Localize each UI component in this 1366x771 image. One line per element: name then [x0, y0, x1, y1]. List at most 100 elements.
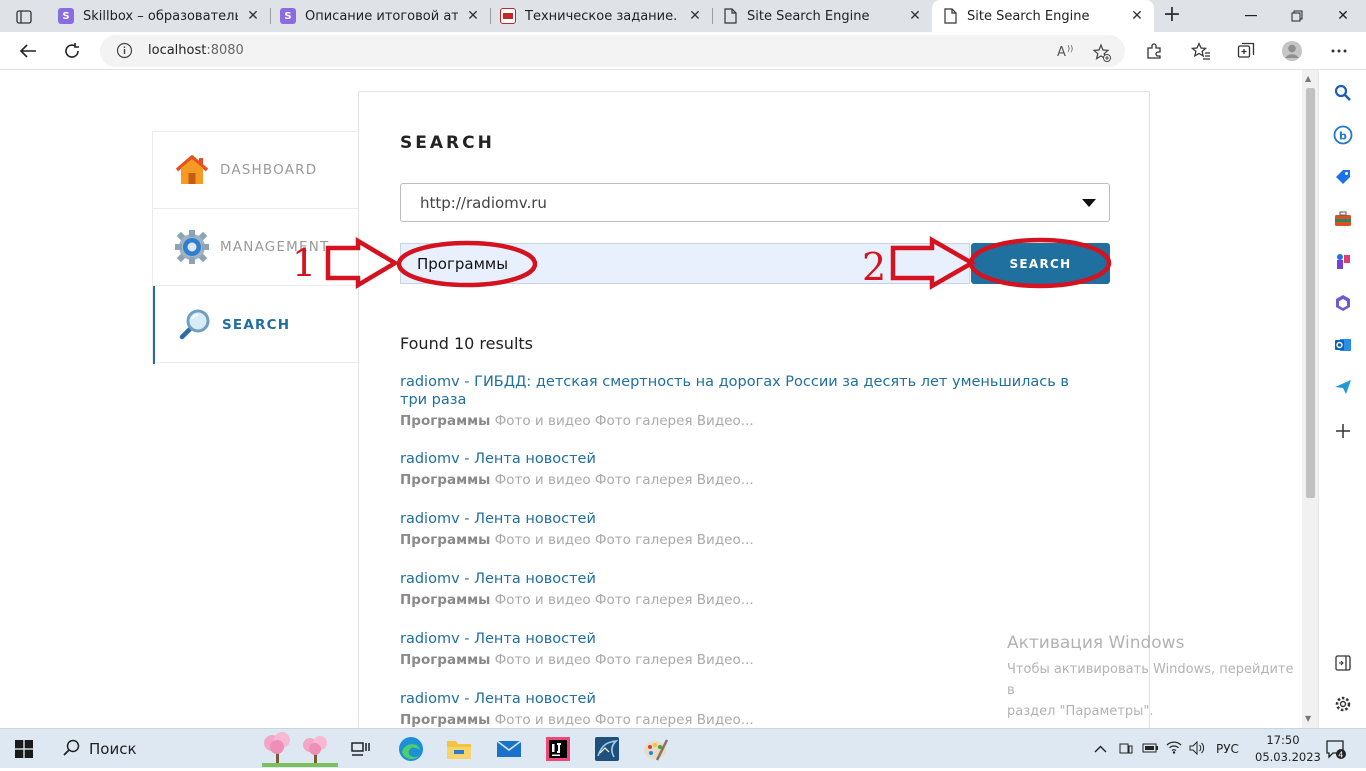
page-icon	[942, 8, 958, 24]
restore-icon[interactable]	[1274, 0, 1320, 32]
mysql-workbench-icon[interactable]	[592, 734, 622, 764]
page-title: SEARCH	[400, 133, 495, 153]
search-icon	[176, 307, 212, 343]
result-snippet: Программы Фото и видео Фото галерея Виде…	[400, 711, 1100, 728]
close-icon[interactable]: ✕	[908, 8, 922, 24]
refresh-icon[interactable]	[57, 36, 87, 66]
sidebar-item-search[interactable]: SEARCH	[153, 286, 358, 364]
sidebar-item-dashboard[interactable]: DASHBOARD	[153, 132, 358, 209]
cherry-blossom-icon	[262, 731, 338, 771]
scrollbar-thumb[interactable]	[1306, 88, 1315, 498]
clock-date: 05.03.2023	[1255, 750, 1321, 764]
search-button[interactable]: SEARCH	[971, 243, 1110, 284]
result-link[interactable]: radiomv - Лента новостей	[400, 450, 1100, 468]
activation-line: Чтобы активировать Windows, перейдите в	[1007, 662, 1294, 698]
close-window-icon[interactable]: ✕	[1320, 0, 1366, 32]
favorites-icon[interactable]	[1190, 40, 1212, 62]
svg-text:b: b	[1339, 130, 1347, 143]
edge-sidebar: b	[1318, 70, 1366, 728]
result-link[interactable]: radiomv - Лента новостей	[400, 630, 1100, 648]
page-icon	[722, 8, 738, 24]
site-select[interactable]: http://radiomv.ru	[400, 183, 1110, 222]
sidebar-item-label: MANAGEMENT	[220, 239, 330, 255]
favorite-add-icon[interactable]	[1092, 43, 1112, 67]
windows-start-icon[interactable]	[9, 734, 39, 764]
snippet-highlight: Программы	[400, 712, 491, 728]
page-scrollbar[interactable]: ▲ ▼	[1302, 70, 1318, 728]
collections-icon[interactable]	[1235, 40, 1257, 62]
url-port: :8080	[206, 43, 244, 58]
shopping-tag-icon[interactable]	[1333, 167, 1353, 187]
volume-icon[interactable]	[1189, 740, 1205, 758]
activation-line: раздел "Параметры".	[1007, 704, 1154, 719]
snippet-highlight: Программы	[400, 472, 491, 488]
result-link[interactable]: radiomv - Лента новостей	[400, 570, 1100, 588]
close-icon[interactable]: ✕	[688, 8, 702, 24]
tools-briefcase-icon[interactable]	[1333, 209, 1353, 229]
chevron-down-icon	[1082, 199, 1096, 207]
pdf-icon	[500, 8, 516, 24]
task-view-icon[interactable]	[345, 734, 375, 764]
close-icon[interactable]: ✕	[246, 8, 260, 24]
chevron-up-icon[interactable]	[1094, 742, 1107, 756]
office-icon[interactable]	[1333, 293, 1353, 313]
result-snippet: Программы Фото и видео Фото галерея Виде…	[400, 591, 1100, 609]
back-arrow-icon[interactable]	[13, 36, 43, 66]
url-host: localhost	[148, 43, 207, 58]
minimize-icon[interactable]	[1228, 0, 1274, 32]
results-list: radiomv - ГИБДД: детская смертность на д…	[400, 373, 1100, 728]
tab-site-search-1[interactable]: Site Search Engine ✕	[712, 0, 932, 32]
outlook-icon[interactable]	[1333, 335, 1353, 355]
language-indicator[interactable]: РУС	[1216, 742, 1239, 756]
games-icon[interactable]	[1333, 251, 1353, 271]
info-icon[interactable]	[116, 42, 133, 63]
tab-attestation[interactable]: S Описание итоговой аттестац ✕	[270, 0, 490, 32]
profile-avatar-icon[interactable]	[1281, 40, 1303, 62]
search-input[interactable]: Программы	[400, 243, 970, 284]
paint-icon[interactable]	[641, 734, 671, 764]
mail-icon[interactable]	[494, 734, 524, 764]
edge-browser-icon[interactable]	[396, 734, 426, 764]
result-link[interactable]: radiomv - Лента новостей	[400, 690, 1100, 708]
devices-icon[interactable]	[1119, 741, 1133, 758]
add-icon[interactable]	[1333, 421, 1353, 441]
new-tab-icon[interactable]: +	[1160, 4, 1184, 28]
battery-icon[interactable]	[1142, 742, 1159, 757]
file-explorer-icon[interactable]	[444, 734, 474, 764]
wifi-icon[interactable]	[1166, 741, 1182, 757]
result-link[interactable]: radiomv - Лента новостей	[400, 510, 1100, 528]
intellij-idea-icon[interactable]	[543, 734, 573, 764]
page-viewport: DASHBOARD MANAGEMENT SEARCH SEARCH http:…	[0, 71, 1302, 728]
home-icon	[174, 152, 210, 188]
tab-skillbox[interactable]: S Skillbox – образовательная п ✕	[48, 0, 270, 32]
tab-actions-icon[interactable]	[10, 6, 38, 28]
result-link[interactable]: radiomv - ГИБДД: детская смертность на д…	[400, 373, 1100, 409]
list-item: radiomv - Лента новостей Программы Фото …	[400, 690, 1100, 728]
search-icon[interactable]	[1333, 83, 1353, 103]
address-field[interactable]: localhost:8080 A))	[100, 35, 1125, 67]
taskbar-clock[interactable]: 17:50 05.03.2023	[1255, 732, 1321, 766]
tab-label: Описание итоговой аттестац	[305, 8, 458, 24]
more-menu-icon[interactable]	[1328, 40, 1350, 62]
skillbox-s-icon: S	[280, 8, 296, 24]
send-icon[interactable]	[1333, 377, 1353, 397]
taskbar-search-box[interactable]: Поиск	[49, 729, 339, 769]
extensions-icon[interactable]	[1143, 40, 1165, 62]
tab-site-search-active[interactable]: Site Search Engine ✕	[932, 0, 1154, 32]
snippet-text: Фото и видео Фото галерея Видео...	[490, 712, 754, 728]
read-aloud-icon[interactable]: A))	[1057, 43, 1077, 63]
notification-icon[interactable]: 4	[1321, 734, 1351, 764]
sidebar-menu: DASHBOARD MANAGEMENT SEARCH	[152, 131, 358, 364]
search-icon	[63, 739, 80, 760]
tab-technical-spec[interactable]: Техническое задание. Инстр ✕	[490, 0, 712, 32]
gear-icon	[174, 229, 210, 265]
bing-chat-icon[interactable]: b	[1333, 125, 1353, 145]
tab-label: Site Search Engine	[967, 8, 1090, 24]
close-icon[interactable]: ✕	[1130, 8, 1144, 24]
activation-text: Чтобы активировать Windows, перейдите в …	[1007, 659, 1302, 722]
list-item: radiomv - Лента новостей Программы Фото …	[400, 570, 1100, 630]
gear-icon[interactable]	[1333, 694, 1353, 714]
close-icon[interactable]: ✕	[466, 8, 480, 24]
sidebar-item-management[interactable]: MANAGEMENT	[153, 209, 358, 286]
sidebar-toggle-icon[interactable]	[1333, 653, 1353, 673]
